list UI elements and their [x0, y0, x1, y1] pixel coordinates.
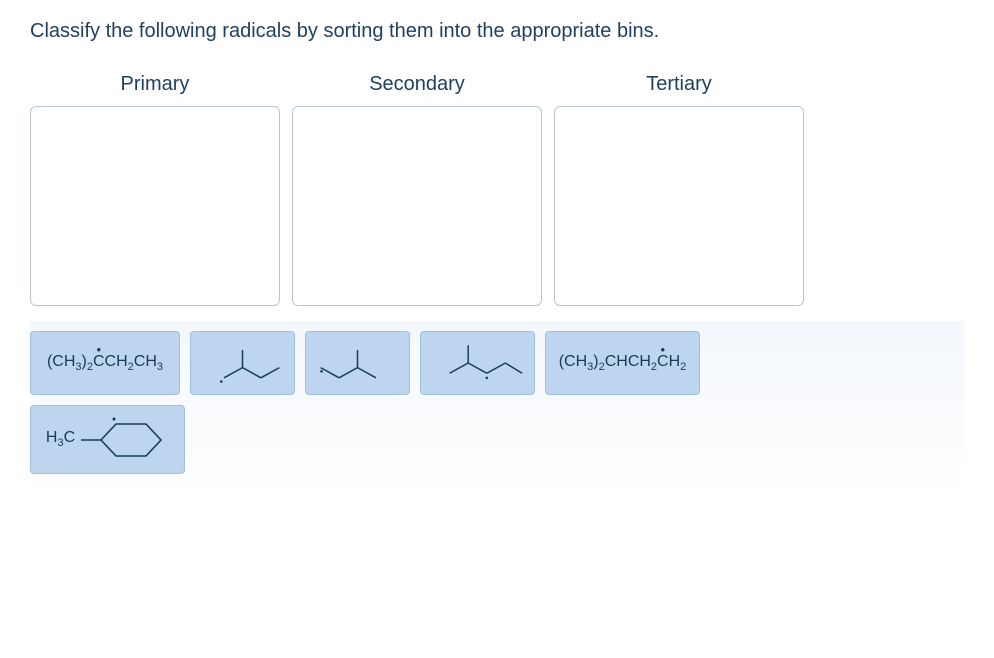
radical-item-5[interactable]: (CH3)2CHCH2CH2	[545, 331, 700, 395]
draggable-items-area: (CH3)2CCH2CH3	[30, 321, 964, 494]
h3c-label: H3C	[46, 429, 75, 449]
bin-primary[interactable]	[30, 106, 280, 306]
txt: C	[64, 429, 76, 446]
question-text: Classify the following radicals by sorti…	[30, 20, 964, 43]
radical-formula-5: (CH3)2CHCH2CH2	[559, 353, 687, 373]
bin-label-tertiary: Tertiary	[646, 73, 712, 96]
radical-item-3[interactable]	[305, 331, 410, 395]
sub: 3	[157, 361, 163, 373]
radical-item-2[interactable]	[190, 331, 295, 395]
skeletal-structure-3	[316, 341, 399, 386]
items-row-2: H3C	[30, 405, 964, 474]
bin-label-secondary: Secondary	[369, 73, 465, 96]
txt: CHCH	[605, 353, 651, 370]
radical-item-6[interactable]: H3C	[30, 405, 185, 474]
sub: 2	[680, 361, 686, 373]
bins-container: Primary Secondary Tertiary	[30, 73, 964, 306]
radical-item-1[interactable]: (CH3)2CCH2CH3	[30, 331, 180, 395]
bin-secondary[interactable]	[292, 106, 542, 306]
txt: H	[669, 353, 681, 370]
radical-carbon: C	[657, 353, 669, 370]
txt: H	[46, 429, 58, 446]
bin-column-primary: Primary	[30, 73, 280, 306]
skeletal-structure-2	[201, 341, 284, 386]
txt: (CH	[47, 353, 75, 370]
bin-label-primary: Primary	[121, 73, 190, 96]
radical-formula-1: (CH3)2CCH2CH3	[47, 353, 163, 373]
bin-tertiary[interactable]	[554, 106, 804, 306]
items-row-1: (CH3)2CCH2CH3	[30, 331, 964, 395]
txt: (CH	[559, 353, 587, 370]
skeletal-structure-4	[431, 338, 524, 388]
radical-carbon: C	[93, 353, 105, 370]
bin-column-secondary: Secondary	[292, 73, 542, 306]
txt: CH	[105, 353, 128, 370]
radical-item-4[interactable]	[420, 331, 535, 395]
cyclohexyl-structure	[79, 412, 169, 467]
txt: CH	[134, 353, 157, 370]
bin-column-tertiary: Tertiary	[554, 73, 804, 306]
